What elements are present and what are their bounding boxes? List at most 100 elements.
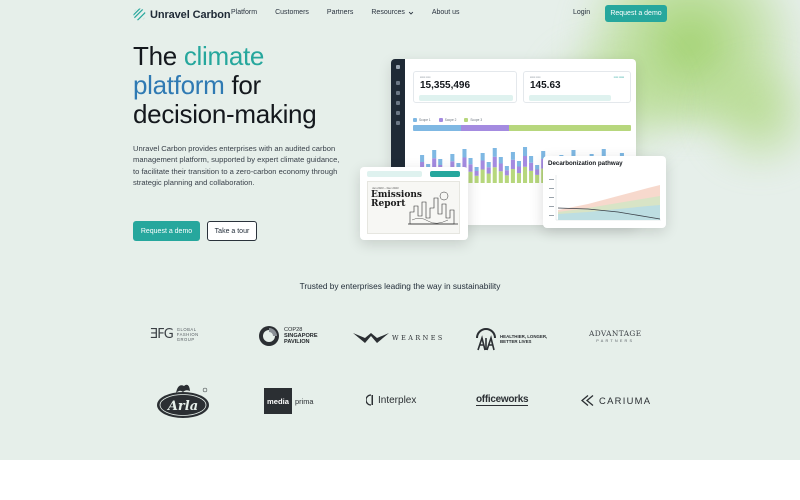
bar-segment	[504, 175, 509, 183]
legend-label: Scope 3	[470, 118, 483, 122]
hero-title-highlight-climate: climate	[183, 41, 265, 71]
bar-segment	[498, 163, 503, 172]
bar-segment	[529, 170, 534, 183]
kpi-label: ▪▪▪▪▪ ▪▪▪▪	[530, 75, 541, 79]
hero-description: Unravel Carbon provides enterprises with…	[133, 144, 340, 187]
report-status-badge	[367, 171, 422, 177]
decarb-title: Decarbonization pathway	[548, 160, 623, 167]
bar-segment	[510, 159, 515, 170]
cariuma-text: CARIUMA	[599, 395, 652, 406]
bar-segment	[523, 156, 528, 167]
bar-segment	[480, 160, 485, 170]
bar-segment	[498, 157, 503, 164]
decarbonization-chart	[549, 175, 661, 221]
gfg-line: GROUP	[176, 337, 195, 342]
logo-global-fashion-group: ƎFG GLOBAL FASHION GROUP	[150, 327, 199, 342]
bar-segment	[474, 167, 479, 171]
skyline-illustration	[408, 191, 458, 225]
legend-scope-1: Scope 1	[413, 118, 431, 122]
hero-title-mid: for	[224, 70, 261, 100]
cop28-line: PAVILION	[284, 339, 310, 346]
nav-about[interactable]: About us	[432, 9, 460, 16]
kpi-note-badge	[419, 95, 513, 101]
cop28-line: SINGAPORE	[284, 332, 318, 339]
bar-segment	[480, 169, 485, 183]
bar-segment	[523, 147, 528, 156]
logo-cop28-singapore-pavilion: COP28 SINGAPORE PAVILION	[258, 325, 318, 347]
kpi-value: 15,355,496	[420, 80, 471, 91]
wearnes-text: WEARNES	[392, 334, 445, 342]
striped-circle-icon	[133, 8, 146, 21]
brand-name: Unravel Carbon	[150, 8, 231, 21]
nav-customers[interactable]: Customers	[275, 9, 309, 16]
bar-segment	[492, 148, 497, 157]
bar-segment	[468, 158, 473, 165]
cariuma-chevron-icon	[581, 395, 594, 406]
take-tour-button[interactable]: Take a tour	[207, 221, 257, 241]
cop28-emblem-icon	[259, 326, 279, 346]
bar-segment	[498, 171, 503, 183]
download-report-button[interactable]	[430, 171, 460, 177]
bar-segment	[486, 167, 491, 174]
bar-segment	[474, 171, 479, 176]
scope-legend: Scope 1 Scope 2 Scope 3	[413, 118, 482, 122]
media-prima-text: prima	[295, 396, 314, 406]
y-axis-ticks	[549, 179, 554, 216]
sidebar-nav-icon	[396, 111, 400, 115]
bar-segment	[438, 159, 443, 165]
top-nav: Unravel Carbon Platform Customers Partne…	[0, 0, 800, 28]
gfg-logo-mark: ƎFG	[150, 327, 174, 342]
sidebar-nav-icon	[396, 101, 400, 105]
request-demo-nav-button[interactable]: Request a demo	[605, 5, 667, 22]
bar-segment	[516, 161, 521, 167]
logo-wearnes: WEARNES	[353, 332, 445, 344]
arla-emblem-icon: Arla	[157, 384, 209, 418]
kpi-card-intensity: ▪▪▪▪▪ ▪▪▪▪ ▪▪▪▪ ▪▪▪▪▪ 145.63	[523, 71, 631, 103]
advantage-line: ADVANTAGE	[589, 329, 642, 338]
officeworks-text: officeworks	[476, 394, 529, 406]
aia-emblem-icon	[476, 328, 496, 351]
legend-swatch	[438, 118, 443, 122]
white-section-start	[0, 460, 800, 500]
scope-share-segment	[460, 125, 509, 131]
scope-share-bar	[413, 125, 631, 131]
report-title: Emissions Report	[371, 190, 422, 209]
chevron-down-icon	[408, 11, 414, 15]
nav-platform[interactable]: Platform	[231, 9, 257, 16]
sidebar-logo-icon	[396, 65, 400, 69]
scope-share-segment	[508, 125, 631, 131]
nav-resources[interactable]: Resources	[371, 9, 414, 16]
interplex-mark-icon	[366, 394, 373, 406]
logo-aia: HEALTHIER, LONGER, BETTER LIVES	[475, 326, 547, 352]
cop28-line: COP28	[284, 326, 303, 333]
emissions-report-card: Jan 2023 – Dec 2023 Emissions Report	[360, 167, 468, 240]
sidebar-nav-icon	[396, 91, 400, 95]
arla-text: Arla	[166, 399, 198, 414]
bar-segment	[529, 162, 534, 171]
sidebar-nav-icon	[396, 121, 400, 125]
bar-segment	[529, 156, 534, 163]
legend-label: Scope 1	[419, 118, 431, 122]
media-box: media	[264, 388, 292, 414]
bar-segment	[492, 167, 497, 183]
nav-partners[interactable]: Partners	[327, 9, 353, 16]
interplex-text: Interplex	[378, 394, 417, 406]
bar-segment	[474, 175, 479, 183]
cop28-logo-text: COP28 SINGAPORE PAVILION	[284, 327, 318, 346]
kpi-link[interactable]: ▪▪▪▪ ▪▪▪▪▪	[614, 75, 624, 79]
decarbonization-card: Decarbonization pathway	[543, 156, 666, 228]
brand-logo[interactable]: Unravel Carbon	[133, 8, 231, 21]
logo-arla: Arla	[156, 383, 210, 419]
bar-segment	[486, 173, 491, 183]
bar-segment	[462, 149, 467, 158]
report-cover: Jan 2023 – Dec 2023 Emissions Report	[367, 181, 460, 234]
wearnes-wing-icon	[353, 333, 389, 343]
bar-segment	[420, 155, 425, 162]
legend-label: Scope 2	[444, 118, 457, 122]
request-demo-button[interactable]: Request a demo	[133, 221, 200, 241]
bar-segment	[535, 165, 540, 170]
login-link[interactable]: Login	[573, 9, 590, 16]
bar-segment	[516, 166, 521, 174]
logo-media-prima: media prima	[264, 388, 313, 414]
scope-share-segment	[413, 125, 461, 131]
